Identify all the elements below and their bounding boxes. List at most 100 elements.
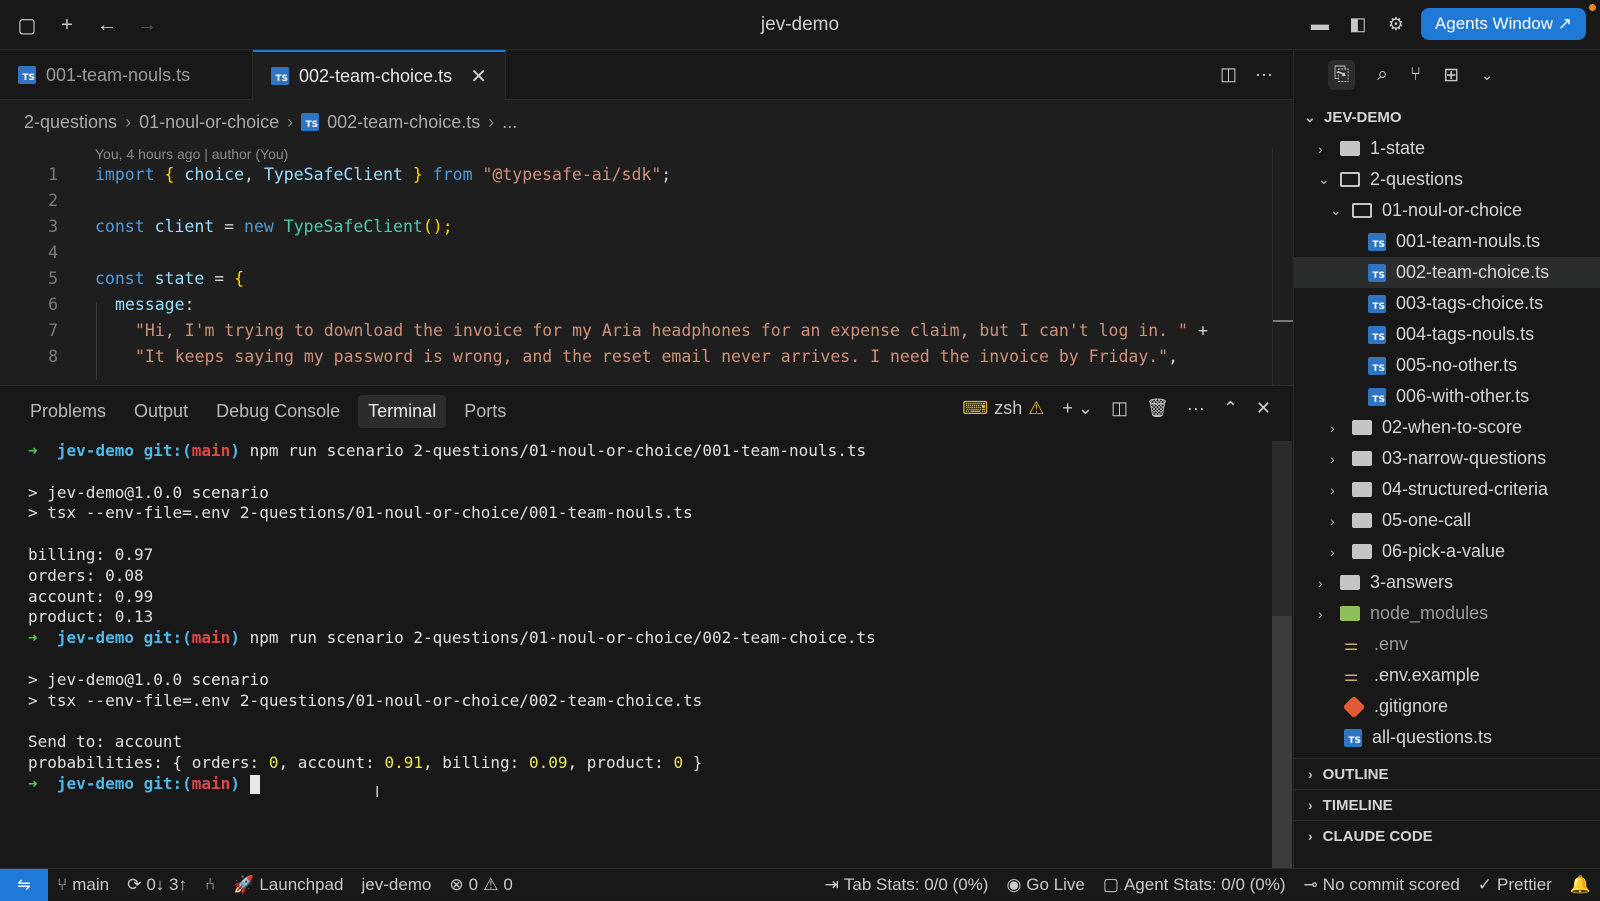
go-live-label: Go Live [1026, 874, 1085, 894]
tab-output[interactable]: Output [124, 395, 198, 428]
tab-stats-indicator[interactable]: ⇥ Tab Stats: 0/0 (0%) [816, 875, 998, 895]
tab-problems[interactable]: Problems [20, 395, 116, 428]
git-graph-indicator[interactable]: ⑃ [196, 875, 224, 895]
explorer-files-icon[interactable]: ⎘ [1328, 60, 1356, 90]
search-icon[interactable]: ⌕ [1377, 64, 1388, 86]
maximize-panel-icon[interactable]: ⌃ [1223, 398, 1238, 419]
more-actions-icon[interactable]: ··· [1255, 64, 1273, 85]
tree-item-file[interactable]: TS 005-no-other.ts [1294, 350, 1600, 381]
forward-arrow-icon[interactable]: → [134, 12, 160, 38]
tree-item-file[interactable]: TS 004-tags-nouls.ts [1294, 319, 1600, 350]
remote-indicator-icon[interactable]: ⇋ [0, 868, 48, 901]
tree-item-file[interactable]: TS all-questions.ts [1294, 722, 1600, 753]
split-editor-icon[interactable]: ◫ [1220, 64, 1237, 85]
terminal-line: Send to: account [28, 732, 183, 752]
check-icon: ✓ [1477, 874, 1493, 894]
folder-icon [1340, 141, 1360, 156]
breadcrumb-item[interactable]: 01-noul-or-choice [139, 112, 279, 133]
launchpad-label: Launchpad [259, 874, 344, 894]
extensions-icon[interactable]: ⊞ [1443, 64, 1459, 87]
agents-window-button[interactable]: Agents Window ↗ [1420, 8, 1586, 40]
prompt-repo: jev-demo [56, 773, 134, 793]
branch-indicator[interactable]: ⑂ main [48, 875, 118, 895]
tree-item-folder[interactable]: › 06-pick-a-value [1294, 536, 1600, 567]
title-bar: ▢ + ← → jev-demo ▬ ◧ ⚙ Agents Window ↗ [0, 0, 1600, 50]
terminal-number: 0 [673, 752, 684, 772]
tree-item-file[interactable]: TS 006-with-other.ts [1294, 381, 1600, 412]
breadcrumb-item[interactable]: 002-team-choice.ts [327, 112, 480, 133]
prettier-label: Prettier [1497, 874, 1552, 894]
tree-item-folder[interactable]: › 05-one-call [1294, 505, 1600, 536]
sync-indicator[interactable]: ⟳ 0↓ 3↑ [118, 875, 196, 895]
terminal-output[interactable]: ➜ jev-demo git:(main) npm run scenario 2… [28, 441, 876, 795]
tree-item-file-selected[interactable]: TS 002-team-choice.ts [1294, 257, 1600, 288]
chevron-down-icon[interactable]: ⌄ [1481, 67, 1493, 84]
code-token: , [1168, 346, 1179, 366]
tree-item-file[interactable]: TS 003-tags-choice.ts [1294, 288, 1600, 319]
terminal-shell-selector[interactable]: ⌨ zsh ⚠ [962, 398, 1044, 419]
tree-item-folder[interactable]: › 04-structured-criteria [1294, 474, 1600, 505]
tab-001-team-nouls[interactable]: TS 001-team-nouls.ts [0, 50, 253, 100]
editor-area: TS 001-team-nouls.ts TS 002-team-choice.… [0, 50, 1293, 435]
warning-count: 0 [503, 874, 513, 894]
toggle-sidebar-icon[interactable]: ◧ [1345, 11, 1371, 37]
error-icon: ⊗ [449, 874, 464, 894]
tree-item-folder[interactable]: › 3-answers [1294, 567, 1600, 598]
trash-icon[interactable]: 🗑 [1146, 398, 1169, 419]
tree-item-file[interactable]: .gitignore [1294, 691, 1600, 722]
commit-score-indicator[interactable]: ⊸ No commit scored [1295, 875, 1469, 895]
code-token: state [154, 268, 205, 288]
breadcrumb-item[interactable]: ... [502, 112, 517, 133]
tree-item-file[interactable]: ⚌ .env.example [1294, 660, 1600, 691]
terminal-scrollbar[interactable] [1272, 441, 1292, 869]
folder-icon [1352, 513, 1372, 528]
breadcrumb-item[interactable]: 2-questions [24, 112, 117, 133]
tree-item-1-state[interactable]: › 1-state [1294, 133, 1600, 164]
tab-002-team-choice[interactable]: TS 002-team-choice.ts ✕ [253, 50, 506, 100]
workspace-indicator[interactable]: jev-demo [352, 875, 440, 895]
more-actions-icon[interactable]: ··· [1187, 398, 1205, 419]
close-tab-icon[interactable]: ✕ [470, 64, 487, 89]
notifications-bell-icon[interactable]: 🔔 [1561, 875, 1600, 895]
tree-item-file[interactable]: TS 001-team-nouls.ts [1294, 226, 1600, 257]
launchpad-indicator[interactable]: 🚀 Launchpad [224, 875, 352, 895]
sync-icon: ⟳ [127, 874, 142, 894]
code-token: = [224, 216, 235, 236]
code-token: "@typesafe-ai/sdk" [482, 164, 662, 184]
tree-item-2-questions[interactable]: ⌄ 2-questions [1294, 164, 1600, 195]
tree-item-folder[interactable]: › 02-when-to-score [1294, 412, 1600, 443]
tree-item-file[interactable]: ⚌ .env [1294, 629, 1600, 660]
tab-ports[interactable]: Ports [454, 395, 516, 428]
problems-indicator[interactable]: ⊗ 0 ⚠ 0 [440, 875, 521, 895]
new-terminal-icon[interactable]: + ⌄ [1062, 398, 1093, 419]
new-icon[interactable]: + [54, 12, 80, 38]
typescript-file-icon: TS [1368, 294, 1386, 313]
chat-icon[interactable]: ▢ [14, 12, 40, 38]
section-timeline[interactable]: › TIMELINE [1294, 789, 1600, 820]
code-token: ; [661, 164, 672, 184]
prompt-branch: main [191, 441, 231, 460]
node-modules-folder-icon [1340, 606, 1360, 621]
close-panel-icon[interactable]: ✕ [1256, 398, 1271, 419]
prompt-git-close: ) [230, 628, 240, 648]
agent-stats-indicator[interactable]: ▢ Agent Stats: 0/0 (0%) [1094, 875, 1295, 895]
split-terminal-icon[interactable]: ◫ [1111, 398, 1128, 419]
source-control-icon[interactable]: ⑂ [1410, 64, 1421, 86]
terminal-line: product: 0.13 [28, 607, 154, 627]
prettier-indicator[interactable]: ✓ Prettier [1469, 875, 1561, 895]
tab-terminal[interactable]: Terminal [358, 394, 447, 428]
toggle-panel-icon[interactable]: ▬ [1307, 11, 1333, 37]
tree-item-folder[interactable]: › 03-narrow-questions [1294, 443, 1600, 474]
tree-item-folder[interactable]: › node_modules [1294, 598, 1600, 629]
tab-debug-console[interactable]: Debug Console [206, 395, 350, 428]
arrow-right-icon: ⇥ [824, 874, 839, 894]
typescript-file-icon: TS [1368, 263, 1386, 282]
tree-item-01-noul-or-choice[interactable]: ⌄ 01-noul-or-choice [1294, 195, 1600, 226]
section-claude-code[interactable]: › CLAUDE CODE [1294, 820, 1600, 851]
explorer-root[interactable]: ⌄ JEV-DEMO [1294, 102, 1600, 133]
breadcrumb: 2-questions › 01-noul-or-choice › TS 002… [0, 100, 1293, 144]
back-arrow-icon[interactable]: ← [94, 12, 120, 38]
section-outline[interactable]: › OUTLINE [1294, 758, 1600, 789]
settings-gear-icon[interactable]: ⚙ [1383, 11, 1409, 37]
go-live-button[interactable]: ◉ Go Live [997, 875, 1093, 895]
